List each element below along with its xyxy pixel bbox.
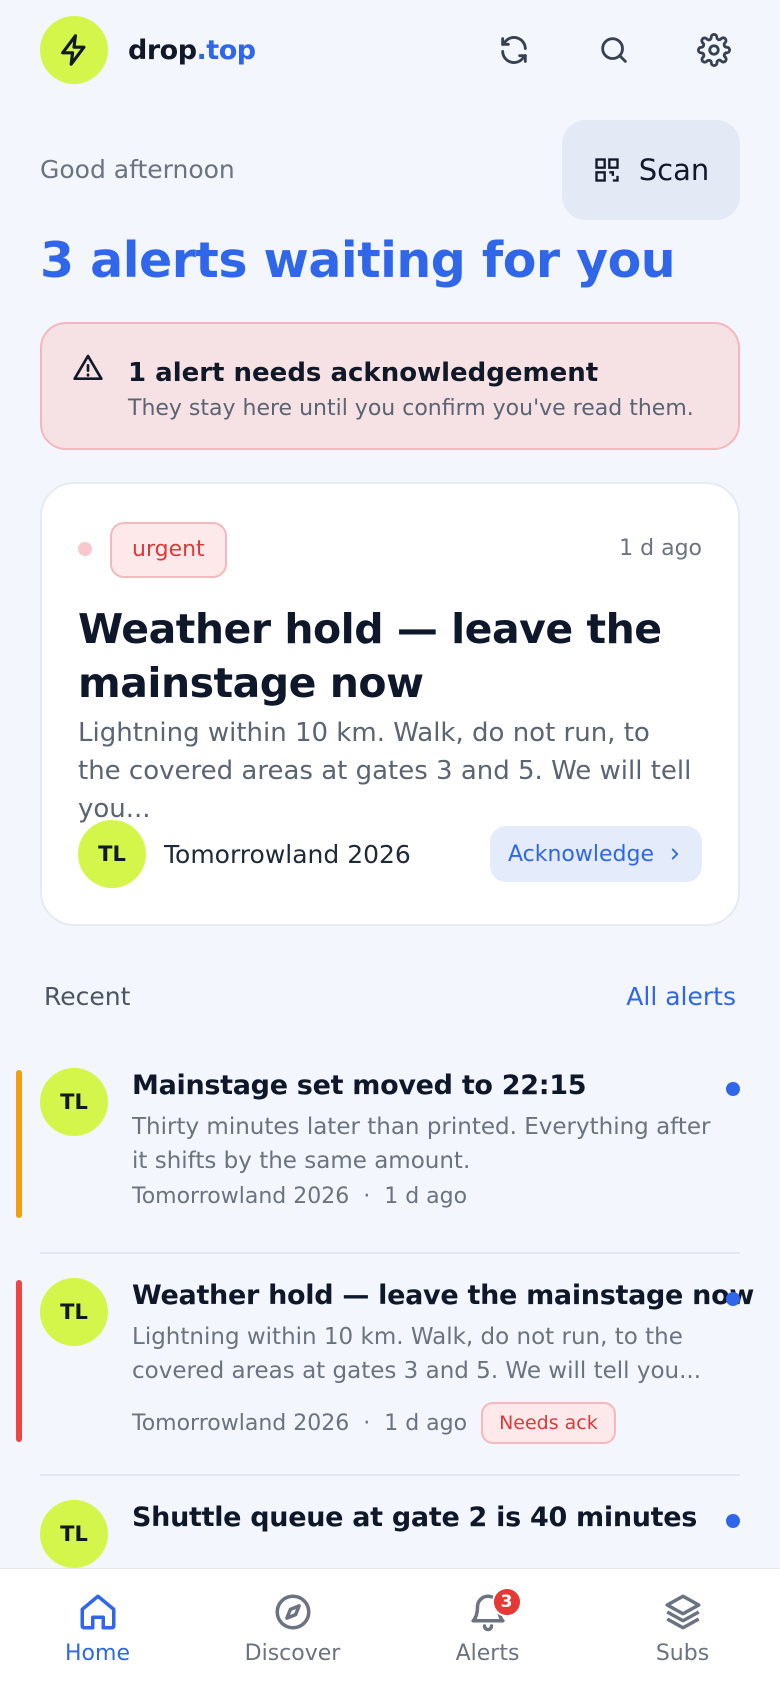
- urgent-tag: urgent: [110, 522, 227, 578]
- list-item[interactable]: TL Shuttle queue at gate 2 is 40 minutes: [0, 1500, 780, 1568]
- refresh-icon: [501, 36, 527, 64]
- list-item-title: Mainstage set moved to 22:15: [132, 1070, 587, 1101]
- app-header: drop.top: [40, 16, 740, 84]
- unread-dot: [726, 1514, 740, 1528]
- alert-source: Tomorrowland 2026: [164, 840, 411, 869]
- recent-heading: Recent: [44, 982, 131, 1011]
- brand-part-2: .top: [196, 34, 257, 66]
- featured-alert-card[interactable]: urgent 1 d ago Weather hold — leave the …: [40, 482, 740, 926]
- tab-label: Home: [65, 1641, 130, 1666]
- alert-time: 1 d ago: [619, 536, 702, 561]
- list-item-title: Weather hold — leave the mainstage now: [132, 1280, 754, 1311]
- avatar: TL: [40, 1500, 108, 1568]
- unread-dot: [726, 1292, 740, 1306]
- qr-code-icon: [595, 158, 619, 182]
- gear-icon: [697, 33, 731, 67]
- search-icon: [601, 37, 627, 63]
- tab-label: Subs: [655, 1641, 710, 1666]
- ack-banner-title: 1 alert needs acknowledgement: [128, 358, 599, 388]
- home-icon: [80, 1594, 115, 1630]
- refresh-button[interactable]: [488, 24, 540, 76]
- brand-name: drop.top: [128, 35, 256, 66]
- avatar: TL: [78, 820, 146, 888]
- unread-dot: [726, 1082, 740, 1096]
- warning-icon: [73, 354, 103, 380]
- list-item-body: Lightning within 10 km. Walk, do not run…: [132, 1324, 702, 1384]
- list-item-title: Shuttle queue at gate 2 is 40 minutes: [132, 1502, 698, 1533]
- priority-bar: [16, 1280, 22, 1442]
- compass-icon: [275, 1594, 310, 1630]
- unread-dot: [78, 542, 92, 556]
- tab-label: Discover: [244, 1641, 341, 1666]
- chevron-right-icon: [671, 848, 679, 860]
- scan-label: Scan: [638, 153, 710, 187]
- settings-button[interactable]: [688, 24, 740, 76]
- scan-button[interactable]: Scan: [562, 120, 740, 220]
- ack-needed-banner[interactable]: 1 alert needs acknowledgement They stay …: [40, 322, 740, 450]
- greeting-text: Good afternoon: [40, 155, 235, 184]
- list-item[interactable]: TL Weather hold — leave the mainstage no…: [0, 1278, 780, 1444]
- bottom-tab-bar: Home Discover 3 Alerts Subs: [0, 1568, 780, 1688]
- tab-discover[interactable]: Discover: [195, 1569, 390, 1688]
- alert-title: Weather hold — leave the mainstage now: [78, 605, 662, 707]
- ack-banner-subtitle: They stay here until you confirm you've …: [128, 396, 694, 421]
- avatar: TL: [40, 1068, 108, 1136]
- all-alerts-link[interactable]: All alerts: [626, 982, 736, 1011]
- acknowledge-label: Acknowledge: [507, 841, 654, 867]
- alert-body: Lightning within 10 km. Walk, do not run…: [78, 718, 692, 824]
- avatar: TL: [40, 1278, 108, 1346]
- layers-icon: [665, 1594, 700, 1630]
- tab-label: Alerts: [455, 1641, 520, 1666]
- list-item[interactable]: TL Mainstage set moved to 22:15 Thirty m…: [0, 1068, 780, 1218]
- needs-ack-badge: Needs ack: [481, 1402, 616, 1444]
- tab-home[interactable]: Home: [0, 1569, 195, 1688]
- list-item-source: Tomorrowland 2026: [132, 1184, 350, 1209]
- list-item-meta: Tomorrowland 2026 · 1 d ago: [132, 1184, 467, 1209]
- meta-separator: ·: [363, 1184, 371, 1209]
- divider: [40, 1474, 740, 1476]
- tab-alerts[interactable]: 3 Alerts: [390, 1569, 585, 1688]
- meta-separator: ·: [363, 1410, 371, 1436]
- list-item-time: 1 d ago: [384, 1184, 468, 1209]
- alerts-count-badge: 3: [491, 1587, 522, 1617]
- list-item-meta: Tomorrowland 2026 · 1 d ago Needs ack: [132, 1402, 616, 1444]
- divider: [40, 1252, 740, 1254]
- search-button[interactable]: [588, 24, 640, 76]
- brand-part-1: drop: [128, 34, 197, 66]
- app-logo[interactable]: [40, 16, 108, 84]
- tab-subs[interactable]: Subs: [585, 1569, 780, 1688]
- list-item-body: Thirty minutes later than printed. Every…: [132, 1114, 711, 1174]
- page-headline: 3 alerts waiting for you: [40, 232, 676, 289]
- list-item-source: Tomorrowland 2026: [132, 1410, 350, 1436]
- acknowledge-button[interactable]: Acknowledge: [490, 826, 702, 882]
- priority-bar: [16, 1070, 22, 1218]
- lightning-icon: [61, 34, 86, 66]
- list-item-time: 1 d ago: [384, 1410, 468, 1436]
